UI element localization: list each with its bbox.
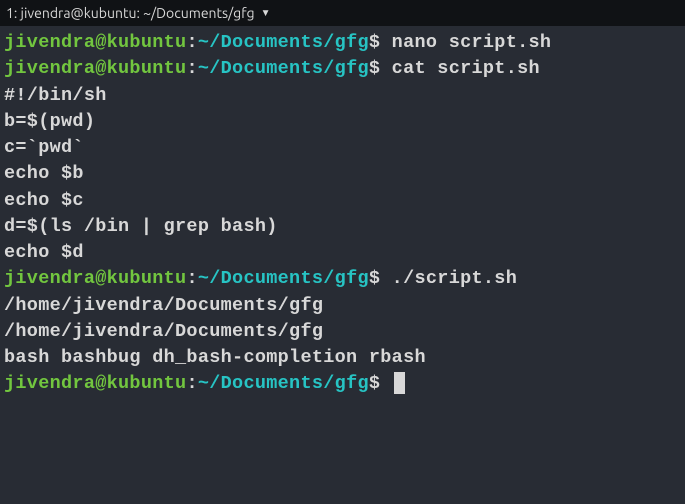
output-line: bash bashbug dh_bash-completion rbash <box>4 345 681 371</box>
terminal[interactable]: jivendra@kubuntu:~/Documents/gfg$ nano s… <box>0 26 685 402</box>
user-host: jivendra@kubuntu <box>4 58 186 79</box>
titlebar[interactable]: 1: jivendra@kubuntu: ~/Documents/gfg ▼ <box>0 0 685 26</box>
output-line: b=$(pwd) <box>4 109 681 135</box>
path: ~/Documents/gfg <box>198 58 369 79</box>
prompt-line: jivendra@kubuntu:~/Documents/gfg$ <box>4 371 681 397</box>
cursor <box>394 372 405 394</box>
user-host: jivendra@kubuntu <box>4 268 186 289</box>
prompt-symbol: $ <box>369 373 380 394</box>
command: cat script.sh <box>380 58 540 79</box>
prompt-symbol: $ <box>369 32 380 53</box>
output-line: echo $d <box>4 240 681 266</box>
output-line: echo $c <box>4 188 681 214</box>
prompt-symbol: $ <box>369 58 380 79</box>
output-line: /home/jivendra/Documents/gfg <box>4 319 681 345</box>
separator: : <box>186 373 197 394</box>
output-line: /home/jivendra/Documents/gfg <box>4 293 681 319</box>
titlebar-text: 1: jivendra@kubuntu: ~/Documents/gfg <box>6 5 255 21</box>
path: ~/Documents/gfg <box>198 32 369 53</box>
user-host: jivendra@kubuntu <box>4 32 186 53</box>
dropdown-icon[interactable]: ▼ <box>261 7 271 19</box>
user-host: jivendra@kubuntu <box>4 373 186 394</box>
prompt-line: jivendra@kubuntu:~/Documents/gfg$ cat sc… <box>4 56 681 82</box>
separator: : <box>186 268 197 289</box>
output-line: #!/bin/sh <box>4 83 681 109</box>
path: ~/Documents/gfg <box>198 268 369 289</box>
output-line: d=$(ls /bin | grep bash) <box>4 214 681 240</box>
path: ~/Documents/gfg <box>198 373 369 394</box>
separator: : <box>186 58 197 79</box>
command: ./script.sh <box>380 268 517 289</box>
prompt-line: jivendra@kubuntu:~/Documents/gfg$ nano s… <box>4 30 681 56</box>
command <box>380 373 391 394</box>
separator: : <box>186 32 197 53</box>
output-line: echo $b <box>4 161 681 187</box>
prompt-symbol: $ <box>369 268 380 289</box>
prompt-line: jivendra@kubuntu:~/Documents/gfg$ ./scri… <box>4 266 681 292</box>
command: nano script.sh <box>380 32 551 53</box>
output-line: c=`pwd` <box>4 135 681 161</box>
